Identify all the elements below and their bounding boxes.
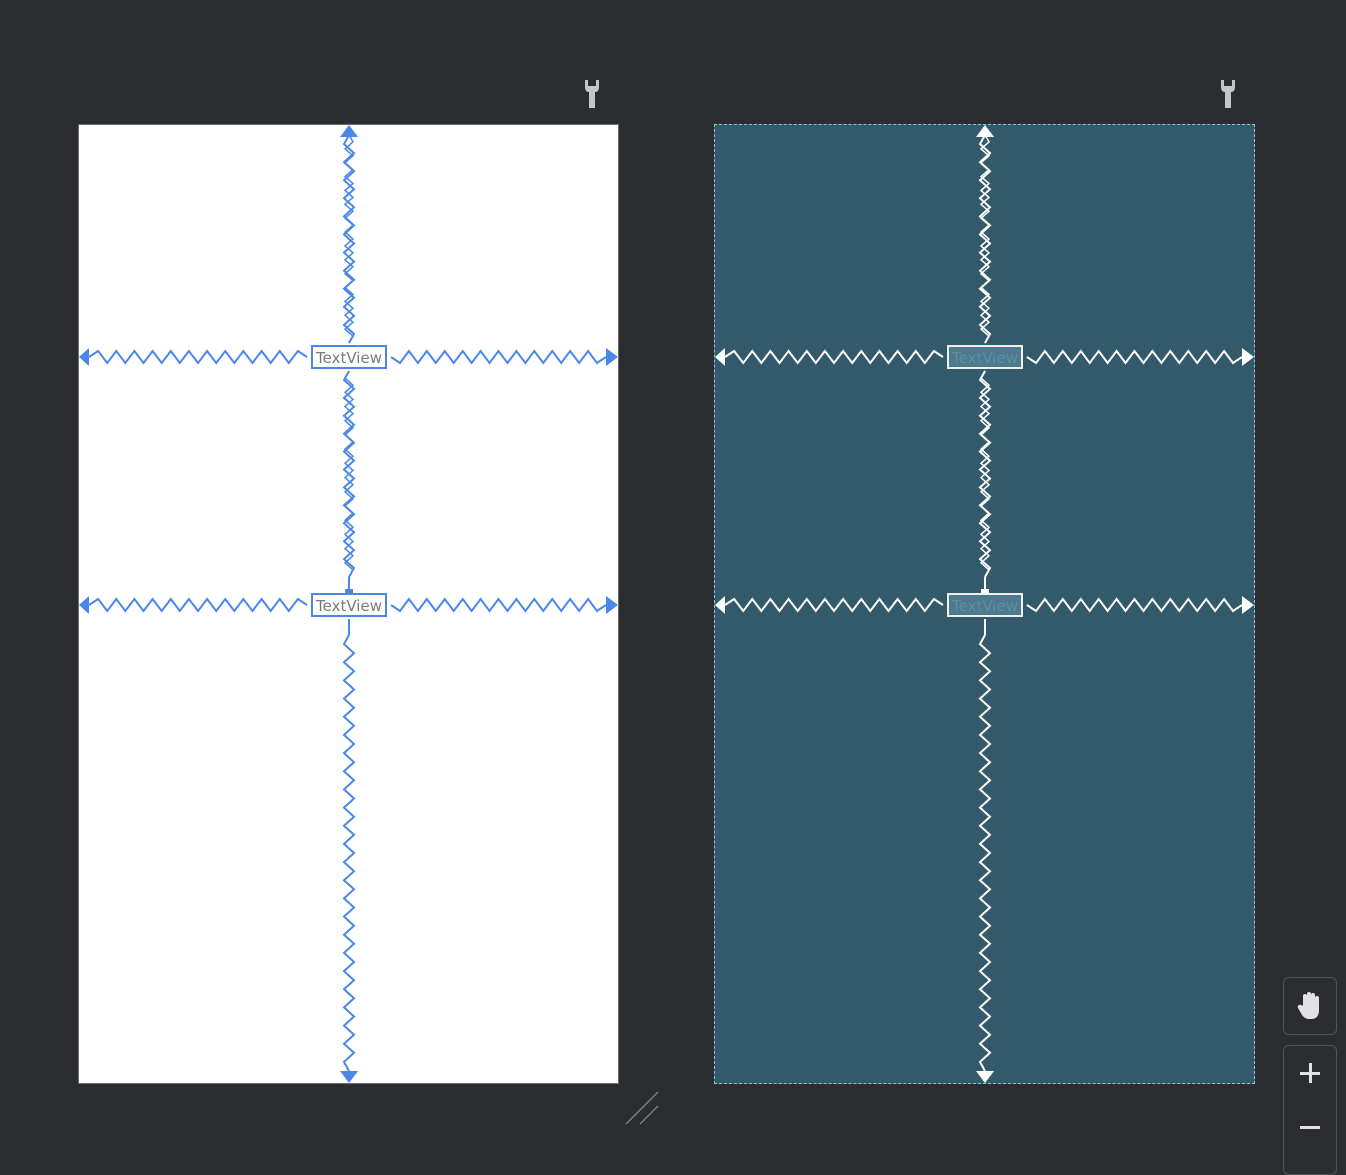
- design-wrench-icon[interactable]: [584, 80, 600, 108]
- pan-button[interactable]: [1290, 986, 1330, 1026]
- blueprint-wrench-icon[interactable]: [1220, 80, 1236, 108]
- constraint-bottom-spring: [978, 634, 992, 1072]
- constraint-tv2-right-arrow: [606, 596, 618, 614]
- hand-icon: [1297, 992, 1319, 1019]
- constraint-bottom-arrow: [976, 1071, 994, 1083]
- constraint-tv1-right-arrow: [606, 348, 618, 366]
- constraint-tv1-right-arrow: [1242, 348, 1254, 366]
- constraint-tv2-right-arrow: [1242, 596, 1254, 614]
- constraint-bottom-spring: [342, 634, 356, 1072]
- constraint-tv1-left-arrow: [715, 348, 725, 366]
- resize-handle[interactable]: [622, 1090, 662, 1126]
- constraint-tv2-right-spring: [390, 597, 607, 613]
- constraint-tv2-right-spring: [1026, 597, 1243, 613]
- zoom-out-button[interactable]: [1290, 1107, 1330, 1147]
- constraint-tv2-left-arrow: [79, 596, 89, 614]
- pan-tool-panel: [1283, 977, 1337, 1035]
- constraint-top-arrow: [340, 125, 358, 137]
- constraint-bottom-arrow: [340, 1071, 358, 1083]
- design-textview-2[interactable]: TextView: [311, 593, 387, 617]
- plus-icon: [1300, 1063, 1320, 1083]
- constraint-tv2-left-spring: [724, 597, 944, 613]
- blueprint-textview-2[interactable]: TextView: [947, 593, 1023, 617]
- design-textview-1[interactable]: TextView: [311, 345, 387, 369]
- constraint-tv2-left-arrow: [715, 596, 725, 614]
- constraint-top-arrow: [976, 125, 994, 137]
- design-surface[interactable]: TextView TextView: [78, 124, 619, 1084]
- constraint-tv1-right-spring: [1026, 349, 1243, 365]
- constraint-tv1-left-spring: [724, 349, 944, 365]
- constraint-tv1-left-arrow: [79, 348, 89, 366]
- blueprint-textview-1[interactable]: TextView: [947, 345, 1023, 369]
- constraint-tv1-left-spring: [88, 349, 308, 365]
- constraint-tv2-left-spring: [88, 597, 308, 613]
- zoom-in-button[interactable]: [1290, 1053, 1330, 1093]
- blueprint-surface[interactable]: TextView TextView: [714, 124, 1255, 1084]
- zoom-tool-panel: [1283, 1045, 1337, 1175]
- minus-icon: [1300, 1126, 1320, 1129]
- constraint-tv1-right-spring: [390, 349, 607, 365]
